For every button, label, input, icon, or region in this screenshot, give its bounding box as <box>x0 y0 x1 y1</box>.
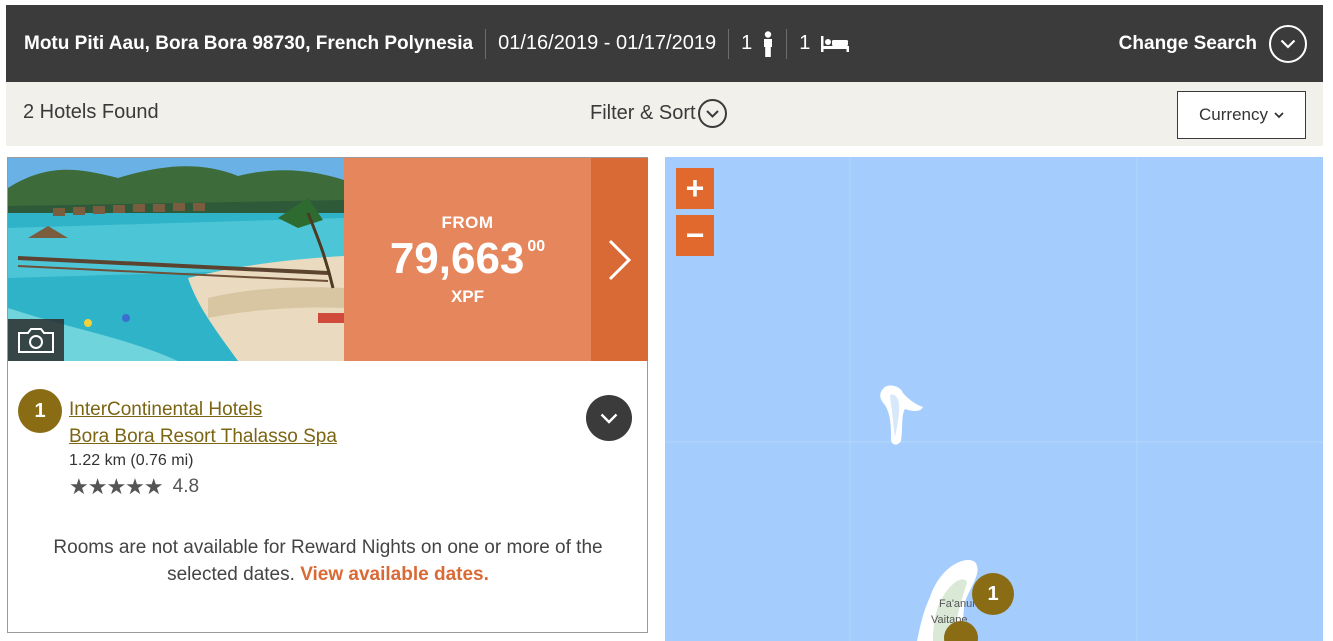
zoom-in-button[interactable]: + <box>676 168 714 209</box>
search-location[interactable]: Motu Piti Aau, Bora Bora 98730, French P… <box>24 33 473 55</box>
chevron-down-icon <box>697 99 727 128</box>
divider <box>786 28 788 59</box>
hotel-search-page: Motu Piti Aau, Bora Bora 98730, French P… <box>0 0 1333 641</box>
divider <box>485 28 487 59</box>
results-bar: 2 Hotels Found Filter & Sort Currency <box>6 82 1323 146</box>
filter-sort-label: Filter & Sort <box>590 102 696 124</box>
change-search-label: Change Search <box>1118 33 1257 54</box>
chevron-down-icon <box>600 413 618 424</box>
price-currency: XPF <box>450 287 485 306</box>
hotel-rating: ★★★★★ 4.8 <box>69 474 199 500</box>
price-amount-value: 79,663 <box>389 234 525 283</box>
hotel-number-badge: 1 <box>18 389 62 433</box>
filter-sort-button[interactable]: Filter & Sort <box>590 99 727 128</box>
expand-details-button[interactable] <box>586 395 632 441</box>
zoom-out-button[interactable]: − <box>676 215 714 256</box>
map-canvas <box>665 157 1323 641</box>
chevron-down-icon <box>1269 25 1307 63</box>
person-icon <box>764 30 773 57</box>
hotel-rating-value: 4.8 <box>172 476 200 497</box>
view-available-dates-link[interactable]: View available dates. <box>300 564 489 585</box>
price-amount: 79,663 00 <box>344 234 591 284</box>
search-dates[interactable]: 01/16/2019 - 01/17/2019 <box>498 32 716 55</box>
price-from-label: FROM <box>441 213 494 232</box>
chevron-down-icon <box>1274 111 1284 118</box>
map-view[interactable]: + − Fa'anui Vaitape 1 <box>665 157 1323 641</box>
search-summary-bar: Motu Piti Aau, Bora Bora 98730, French P… <box>6 5 1323 82</box>
price-panel[interactable]: FROM 79,663 00 XPF <box>344 158 591 361</box>
view-hotel-button[interactable] <box>591 158 648 361</box>
hotel-name-line1: InterContinental Hotels <box>69 399 263 420</box>
star-rating-icons: ★★★★★ <box>69 474 164 499</box>
change-search-button[interactable]: Change Search <box>1119 25 1307 63</box>
guest-count-value: 1 <box>741 32 753 54</box>
room-count[interactable]: 1 <box>799 32 850 55</box>
hotel-name-link[interactable]: InterContinental Hotels Bora Bora Resort… <box>69 396 337 450</box>
camera-icon <box>18 328 54 353</box>
room-count-value: 1 <box>799 32 811 54</box>
chevron-right-icon <box>608 239 631 280</box>
hotel-card: FROM 79,663 00 XPF 1 InterContinental Hot… <box>7 157 648 633</box>
hotel-photo[interactable] <box>8 158 344 361</box>
map-marker-1[interactable]: 1 <box>972 573 1014 615</box>
bed-icon <box>821 35 850 52</box>
hotel-name-line2: Bora Bora Resort Thalasso Spa <box>69 426 337 447</box>
hotel-distance: 1.22 km (0.76 mi) <box>69 452 194 469</box>
photo-gallery-button[interactable] <box>8 319 64 361</box>
currency-dropdown[interactable]: Currency <box>1177 91 1306 139</box>
guest-count[interactable]: 1 <box>741 30 774 57</box>
availability-notice: Rooms are not available for Reward Night… <box>28 534 628 588</box>
map-place-label: Fa'anui <box>939 598 975 610</box>
currency-label: Currency <box>1199 105 1268 124</box>
price-cents: 00 <box>527 238 546 255</box>
divider <box>728 28 730 59</box>
results-count: 2 Hotels Found <box>23 101 159 123</box>
